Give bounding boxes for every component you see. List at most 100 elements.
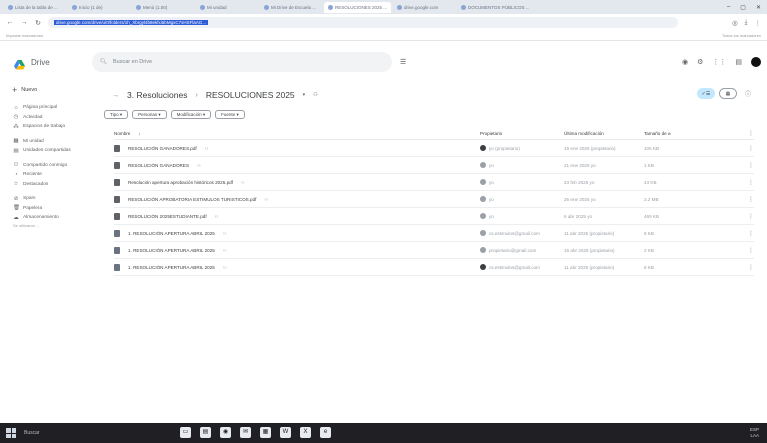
table-header: Nombre ↓ Propietario Última modificación … [114, 128, 754, 140]
store-icon[interactable]: ▦ [260, 427, 271, 438]
more-actions-icon[interactable]: ⋮ [740, 162, 754, 169]
table-row[interactable]: RESOLUCIÓN APROBATORIA ESTIMULOS TURISTI… [114, 191, 754, 208]
sidebar-item[interactable]: 🗑 Papelera [0, 204, 100, 214]
sidebar-item[interactable]: ▤ Unidades compartidas [0, 146, 100, 156]
browser-tab[interactable]: RESOLUCIONES 2025 ... [324, 1, 392, 13]
more-actions-icon[interactable]: ⋮ [740, 264, 754, 271]
file-name-cell[interactable]: Resolución apertura aprobación histórico… [114, 178, 480, 186]
tab-label: RESOLUCIONES 2025 ... [335, 4, 388, 10]
download-icon[interactable]: ⤓ [745, 19, 748, 27]
browser-tab[interactable]: Inicio (1 de) [68, 2, 130, 13]
shared-icon: ⚇ [222, 264, 227, 270]
more-actions-icon[interactable]: ⋮ [740, 145, 754, 152]
more-actions-icon[interactable]: ⋮ [740, 213, 754, 220]
sidebar-item[interactable]: ◔ Reciente [0, 170, 100, 180]
table-row[interactable]: 1. RESOLUCIÓN APERTURA ABRIL 2025 ⚇ cs.est… [114, 259, 754, 276]
table-row[interactable]: 1. RESOLUCIÓN APERTURA ABRIL 2025 ⚇ cs.est… [114, 225, 754, 242]
offline-status-icon[interactable]: ◉ [682, 58, 688, 66]
back-icon[interactable]: ← [6, 19, 14, 26]
system-tray[interactable]: ESP LAA [750, 427, 767, 439]
settings-icon[interactable]: ⚙ [697, 58, 703, 66]
filter-chip[interactable]: Fuente ▾ [215, 110, 245, 119]
table-row[interactable]: 1. RESOLUCIÓN APERTURA ABRIL 2025 ⚇ propie… [114, 242, 754, 259]
excel-icon[interactable]: X [300, 427, 311, 438]
forward-icon[interactable]: → [20, 19, 28, 26]
profile-icon[interactable]: ◎ [732, 19, 738, 27]
sidebar-item[interactable]: ◷ Actividad [0, 113, 100, 123]
drive-logo[interactable]: Drive [0, 57, 92, 70]
sidebar-item[interactable]: ⚇ Compartido conmigo [0, 161, 100, 171]
file-name-cell[interactable]: 1. RESOLUCIÓN APERTURA ABRIL 2025 ⚇ [114, 229, 480, 237]
workspace-logo-icon[interactable]: ▤ [735, 58, 742, 66]
file-name-cell[interactable]: RESOLUCIÓN 2025ESTUDIANTE.pdf ⚇ [114, 212, 480, 220]
table-row[interactable]: RESOLUCIÓN GANADORES ⚇ yo 21 ene 2025 yo 1 K… [114, 157, 754, 174]
file-name-cell[interactable]: 1. RESOLUCIÓN APERTURA ABRIL 2025 ⚇ [114, 246, 480, 254]
apps-grid-icon[interactable]: ⋮⋮ [712, 58, 726, 66]
breadcrumb-parent[interactable]: 3. Resoluciones [127, 90, 187, 100]
more-actions-icon[interactable]: ⋮ [740, 196, 754, 203]
filter-chip[interactable]: Tipo ▾ [104, 110, 129, 119]
minimize-icon[interactable]: – [727, 4, 730, 11]
browser-tab[interactable]: Mi Drive de Escuela ... [260, 2, 322, 13]
reload-icon[interactable]: ↻ [34, 19, 42, 27]
file-name-cell[interactable]: 1. RESOLUCIÓN APERTURA ABRIL 2025 ⚇ [114, 263, 480, 271]
search-input[interactable]: Buscar en Drive [113, 59, 152, 65]
owner-avatar [480, 162, 486, 168]
menu-icon[interactable]: ⋮ [755, 19, 762, 27]
table-row[interactable]: Resolución apertura aprobación histórico… [114, 174, 754, 191]
sidebar-item[interactable]: ⊘ Spam [0, 194, 100, 204]
browser-tab[interactable]: drive.google.com [393, 2, 455, 13]
sidebar-item[interactable]: ⁂ Espacios de trabajo [0, 122, 100, 132]
edge-icon[interactable]: e [320, 427, 331, 438]
tab-favicon-icon [328, 4, 333, 10]
file-name-cell[interactable]: RESOLUCIÓN GANADORES ⚇ [114, 161, 480, 169]
task-view-icon[interactable]: ▭ [180, 427, 191, 438]
start-menu-icon[interactable] [6, 428, 16, 438]
url-field[interactable]: drive.google.com/drive/u/0/folders/1h_Xb… [48, 17, 678, 28]
explorer-icon[interactable]: ▤ [200, 427, 211, 438]
search-options-icon[interactable]: ☰ [400, 58, 406, 66]
column-more-icon[interactable]: ⋮ [740, 130, 754, 137]
new-button[interactable]: + Nuevo [12, 83, 100, 97]
browser-tab[interactable]: Mi unidad [196, 2, 258, 13]
pdf-file-icon [114, 144, 120, 152]
more-actions-icon[interactable]: ⋮ [740, 247, 754, 254]
more-actions-icon[interactable]: ⋮ [740, 179, 754, 186]
browser-tab[interactable]: Lista de la tabla de ... [4, 2, 66, 13]
file-name-cell[interactable]: RESOLUCIÓN GANADORES.pdf ⚇ [114, 144, 480, 152]
sidebar-item[interactable]: ▦ Mi unidad [0, 137, 100, 147]
column-modified[interactable]: Última modificación [564, 131, 644, 136]
column-owner[interactable]: Propietario [480, 131, 564, 136]
drive-search[interactable]: 🔍︎ Buscar en Drive [92, 52, 392, 72]
filter-chip[interactable]: Modificación ▾ [170, 110, 212, 119]
table-row[interactable]: RESOLUCIÓN 2025ESTUDIANTE.pdf ⚇ yo 6 abr 20… [114, 208, 754, 225]
sidebar-item[interactable]: ☆ Destacados [0, 180, 100, 190]
details-info-icon[interactable]: ⓘ [745, 89, 751, 98]
list-view-button[interactable]: ✓☰ [697, 88, 715, 99]
more-actions-icon[interactable]: ⋮ [740, 230, 754, 237]
column-name[interactable]: Nombre ↓ [114, 131, 480, 136]
file-name-cell[interactable]: RESOLUCIÓN APROBATORIA ESTIMULOS TURISTI… [114, 195, 480, 203]
breadcrumb-current[interactable]: RESOLUCIONES 2025 [206, 90, 295, 100]
word-icon[interactable]: W [280, 427, 291, 438]
sidebar-item-label: Actividad [23, 114, 43, 120]
browser-tab[interactable]: DOCUMENTOS PÚBLICOS ... [457, 2, 533, 13]
column-size[interactable]: Tamaño de a [644, 131, 740, 136]
close-icon[interactable]: ✕ [756, 4, 761, 11]
bookmark-import[interactable]: Importar marcadores [6, 33, 43, 38]
sidebar-item[interactable]: ☁ Almacenamiento [0, 213, 100, 223]
sort-arrow-icon[interactable]: ↓ [138, 131, 140, 136]
chevron-down-icon[interactable]: ▾ [303, 92, 306, 98]
mail-icon[interactable]: ✉ [240, 427, 251, 438]
grid-view-button[interactable]: ▦ [719, 88, 737, 99]
filter-chip[interactable]: Personas ▾ [132, 110, 167, 119]
browser-tab[interactable]: Menú (1.00) [132, 2, 194, 13]
maximize-icon[interactable]: ▢ [740, 4, 746, 11]
table-row[interactable]: RESOLUCIÓN GANADORES.pdf ⚇ yo (propietario… [114, 140, 754, 157]
owner-name: propietario@gmail.com [489, 247, 537, 253]
sidebar-item[interactable]: ⌂ Página principal [0, 103, 100, 113]
browser-icon[interactable]: ◉ [220, 427, 231, 438]
avatar[interactable] [751, 57, 761, 67]
taskbar-search[interactable]: Buscar [24, 430, 40, 436]
all-bookmarks[interactable]: Todos los marcadores [722, 33, 761, 38]
